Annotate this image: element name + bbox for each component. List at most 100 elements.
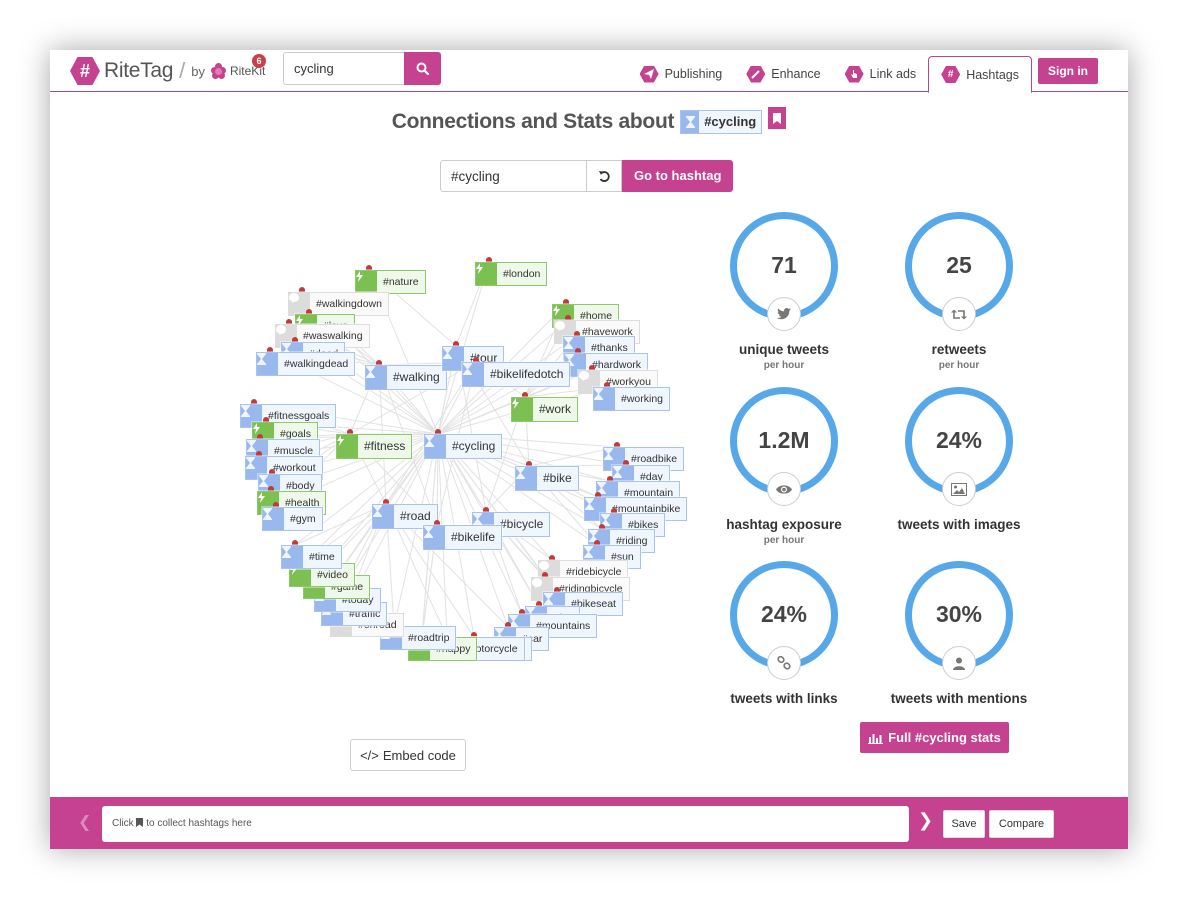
hourglass-icon [516, 467, 537, 490]
stat-label: tweets with links [730, 691, 838, 706]
undo-icon [598, 170, 610, 182]
hashtag-icon: # [941, 66, 961, 83]
stat-ring: 30% [905, 561, 1013, 680]
hourglass-icon [373, 505, 394, 528]
embed-code-label: Embed code [382, 747, 456, 763]
stat-sublabel: per hour [763, 535, 805, 546]
main-nav: Publishing Enhance Link ads # Hashtags S… [628, 56, 1098, 93]
hashtag-node[interactable]: #bike [515, 466, 579, 491]
stat-card: 71 unique tweets per hour [704, 212, 864, 371]
ritetag-logo[interactable]: # RiteTag / by RiteKit [70, 55, 265, 87]
stat-card: 25 retweets per hour [879, 212, 1039, 371]
reset-button[interactable] [587, 160, 622, 192]
hashtag-node[interactable]: #walkingdown [288, 292, 389, 316]
hashtag-node[interactable]: #walkingdead [256, 352, 356, 376]
hashtag-node[interactable]: #bikelife [423, 525, 503, 550]
eye-icon [767, 472, 801, 506]
nav-link-ads[interactable]: Link ads [833, 56, 929, 92]
hashtag-node-label: #time [309, 551, 335, 563]
stat-sublabel: per hour [938, 360, 980, 371]
title-hashtag-chip[interactable]: #cycling [680, 110, 763, 134]
bookmark-icon [773, 112, 782, 124]
sign-in-button[interactable]: Sign in [1038, 58, 1098, 84]
title-hashtag-label: #cycling [699, 111, 762, 133]
full-stats-button[interactable]: Full #cycling stats [860, 722, 1009, 753]
hashtag-node[interactable]: #work [511, 397, 579, 422]
bookmark-icon [136, 818, 144, 827]
nav-enhance[interactable]: Enhance [734, 56, 832, 92]
nav-hashtags[interactable]: # Hashtags [928, 56, 1032, 93]
stat-label: hashtag exposure [726, 517, 842, 532]
hashtag-network-graph[interactable]: #london#nature#walkingdown#love#waswalki… [180, 240, 688, 661]
hashtag-node-label: #fitness [364, 439, 406, 453]
nav-publishing[interactable]: Publishing [628, 56, 735, 92]
stat-value: 24% [935, 427, 983, 453]
collected-hashtags-field[interactable]: Click to collect hashtags here [102, 806, 909, 842]
chevron-left-icon[interactable]: ❮ [78, 812, 91, 832]
hourglass-icon [257, 353, 278, 375]
save-button[interactable]: Save [943, 810, 985, 838]
top-navbar: # RiteTag / by RiteKit 6 cycling Publish… [50, 50, 1128, 93]
stat-ring: 24% [905, 387, 1013, 506]
hashtag-node[interactable]: #working [593, 387, 671, 411]
search-icon [416, 62, 429, 75]
hashtag-node[interactable]: #nature [355, 270, 426, 294]
chevron-right-icon[interactable]: ❯ [918, 810, 933, 831]
hashtag-node[interactable]: #gym [262, 507, 323, 531]
collect-hint-post: to collect hashtags here [146, 818, 252, 829]
hourglass-icon [263, 508, 284, 530]
stat-ring: 71 [730, 212, 838, 331]
go-to-hashtag-button[interactable]: Go to hashtag [622, 160, 734, 192]
hourglass-icon [443, 347, 464, 370]
hashtag-logo-icon: # [70, 57, 100, 85]
compare-button[interactable]: Compare [989, 810, 1054, 838]
hashtag-node[interactable]: #cycling [424, 434, 503, 459]
hashtag-node-label: #walkingdown [316, 298, 382, 310]
stat-card: 24% tweets with links [704, 561, 864, 706]
hourglass-icon [282, 546, 303, 568]
hashtag-node[interactable]: #bikelifedotch [462, 362, 571, 387]
notification-badge[interactable]: 6 [252, 54, 266, 68]
hashtag-node-label: #work [539, 402, 572, 416]
stat-value: 30% [935, 601, 983, 627]
search-input[interactable] [283, 52, 404, 85]
page-title: Connections and Stats about [391, 110, 675, 133]
lightning-icon [356, 271, 377, 293]
embed-code-button[interactable]: </> Embed code [350, 739, 466, 771]
hashtag-node-label: #working [621, 393, 664, 405]
bar-chart-icon [868, 733, 884, 744]
hashtag-node-label: #bike [543, 471, 572, 485]
hashtag-collector-bar: ❮ Click to collect hashtags here ❯ Save … [50, 797, 1128, 849]
stat-value: 1.2M [758, 427, 810, 453]
hashtag-node-label: #bikelife [451, 530, 496, 544]
stat-ring: 1.2M [730, 387, 838, 506]
hourglass-icon [463, 363, 484, 386]
search-button[interactable] [404, 52, 441, 85]
stat-label: retweets [931, 342, 987, 357]
by-text: by [191, 63, 205, 79]
hashtag-input[interactable] [440, 160, 587, 192]
stat-card: 1.2M hashtag exposure per hour [704, 387, 864, 546]
twitter-bird-icon [767, 297, 801, 331]
stat-value: 24% [760, 601, 808, 627]
hashtag-node[interactable]: #time [281, 545, 342, 569]
hashtag-node[interactable]: #walking [365, 365, 447, 390]
stat-value: 25 [946, 252, 972, 278]
lightning-icon [476, 263, 497, 285]
hashtag-node-label: #walking [393, 370, 440, 384]
nav-label: Link ads [869, 67, 917, 81]
hashtag-node[interactable]: #fitness [336, 434, 413, 459]
search-form [283, 52, 441, 85]
hourglass-icon [681, 111, 700, 133]
hashtag-node-label: #walkingdead [284, 358, 349, 370]
hashtag-node-label: #gym [290, 513, 316, 525]
stat-label: tweets with images [897, 517, 1021, 532]
image-icon [942, 472, 976, 506]
hashtag-node-label: #bicycle [500, 517, 544, 531]
hashtag-node[interactable]: #london [475, 262, 548, 286]
nav-label: Hashtags [966, 67, 1019, 82]
retweet-icon [942, 297, 976, 331]
hashtag-node-label: #bikelifedotch [490, 367, 564, 381]
bookmark-button[interactable] [768, 107, 787, 129]
app-window: # RiteTag / by RiteKit 6 cycling Publish… [50, 50, 1128, 849]
